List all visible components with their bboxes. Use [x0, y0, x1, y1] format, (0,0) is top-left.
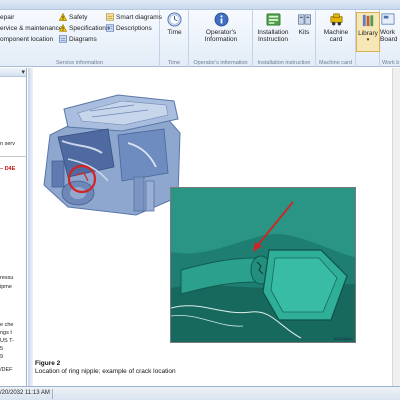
component-location-label: omponent location — [0, 35, 54, 43]
specifications-label: Specifications — [69, 24, 110, 32]
repair-button[interactable]: epair — [0, 12, 14, 22]
ribbon-toolbar: epair ervice & maintenance omponent loca… — [0, 10, 400, 67]
crack-location-photo: V1231641 — [170, 187, 356, 343]
library-label: Library — [358, 30, 378, 37]
title-strip — [0, 0, 400, 10]
work-board-group: Work Board Work b — [380, 10, 400, 67]
nav-line[interactable]: US T- — [0, 338, 14, 344]
diagrams-label: Diagrams — [69, 35, 97, 43]
kits-label: Kits — [298, 29, 310, 36]
service-information-group: epair ervice & maintenance omponent loca… — [0, 10, 162, 67]
kits-icon — [297, 14, 311, 25]
repair-label: epair — [0, 13, 15, 21]
safety-button[interactable]: Safety — [59, 12, 87, 22]
operator-info-icon — [214, 12, 228, 27]
installation-instruction-group: Installation Instruction Kits Installati… — [253, 10, 316, 67]
status-divider — [52, 389, 53, 399]
status-bar: /20/2032 11:13 AM — [0, 386, 400, 400]
operators-information-group-label: Operator's information — [193, 60, 248, 66]
nav-line[interactable]: /DEF — [0, 367, 13, 373]
installation-icon — [266, 13, 280, 26]
nav-line[interactable]: 5 — [0, 346, 3, 352]
machine-card-icon — [330, 13, 342, 26]
smart-diagrams-label: Smart diagrams — [116, 13, 162, 21]
photo-image — [171, 188, 355, 342]
photo-reference-id: V1231641 — [333, 336, 352, 341]
library-icon — [362, 14, 373, 27]
engine-illustration — [43, 94, 181, 216]
diagrams-icon — [59, 35, 67, 43]
safety-label: Safety — [69, 13, 88, 21]
library-group: Library ▾ — [356, 10, 380, 67]
service-maintenance-label: ervice & maintenance — [0, 24, 63, 32]
status-datetime: /20/2032 11:13 AM — [0, 390, 50, 396]
pane-chevron-icon[interactable]: ▾ — [21, 68, 25, 76]
machine-card-button[interactable]: Machine card — [316, 12, 356, 43]
figure-caption: Location of ring nipple; example of crac… — [35, 368, 176, 375]
library-dropdown-icon: ▾ — [366, 37, 370, 43]
machine-card-label-line2: card — [329, 36, 343, 43]
descriptions-label: Descriptions — [116, 24, 152, 32]
navigation-pane-header: ▾ — [0, 68, 26, 77]
nav-line[interactable]: ressu — [0, 275, 13, 281]
time-group: Time Time — [160, 10, 189, 67]
time-group-label: Time — [167, 60, 181, 66]
service-maintenance-button[interactable]: ervice & maintenance — [0, 23, 63, 33]
smart-diagrams-icon — [106, 13, 114, 21]
document-border — [28, 68, 33, 386]
descriptions-button[interactable]: Descriptions — [106, 23, 152, 33]
nav-line[interactable]: n serv — [0, 141, 15, 147]
operators-information-group: Operator's Information Operator's inform… — [189, 10, 253, 67]
machine-card-label-line1: Machine — [323, 29, 349, 36]
nav-line-selected[interactable]: – D4E — [0, 166, 15, 172]
installation-instruction-button[interactable]: Installation Instruction — [253, 12, 293, 43]
installation-label-line1: Installation — [257, 29, 289, 36]
diagrams-button[interactable]: Diagrams — [59, 34, 97, 44]
work-board-label-line2: Board — [380, 36, 398, 43]
work-board-label-line1: Work — [380, 29, 396, 36]
nav-line[interactable]: ipme — [0, 284, 12, 290]
work-board-group-label: Work b — [382, 60, 400, 66]
operators-label-line1: Operator's — [205, 29, 237, 36]
nav-line[interactable]: 9 — [0, 354, 3, 360]
app-window: epair ervice & maintenance omponent loca… — [0, 0, 400, 400]
time-label: Time — [167, 29, 182, 36]
nav-line[interactable]: e che — [0, 322, 13, 328]
service-information-group-label: Service information — [55, 60, 104, 66]
installation-label-line2: Instruction — [258, 36, 288, 43]
installation-instruction-group-label: Installation instruction — [257, 60, 311, 66]
vertical-scrollbar[interactable] — [392, 68, 400, 386]
machine-card-group: Machine card Machine card — [316, 10, 356, 67]
component-location-button[interactable]: omponent location — [0, 34, 53, 44]
time-button[interactable]: Time — [160, 12, 189, 36]
work-board-button[interactable]: Work Board — [380, 12, 400, 43]
operators-information-button[interactable]: Operator's Information — [189, 12, 253, 43]
specifications-button[interactable]: Specifications — [59, 23, 109, 33]
smart-diagrams-button[interactable]: Smart diagrams — [106, 12, 162, 22]
nav-divider — [0, 156, 26, 157]
kits-button[interactable]: Kits — [293, 12, 315, 36]
operators-label-line2: Information — [204, 36, 238, 43]
warning-icon — [59, 13, 67, 21]
descriptions-icon — [106, 24, 114, 32]
work-board-icon — [381, 13, 395, 25]
figure-title: Figure 2 — [35, 360, 61, 367]
machine-card-group-label: Machine card — [318, 60, 353, 66]
nav-line[interactable]: ngs t — [0, 330, 12, 336]
specifications-icon — [59, 24, 67, 32]
navigation-pane[interactable]: ▾ n serv – D4E ressu ipme e che ngs t US… — [0, 68, 27, 386]
library-button[interactable]: Library ▾ — [356, 12, 380, 52]
clock-icon — [167, 12, 182, 27]
